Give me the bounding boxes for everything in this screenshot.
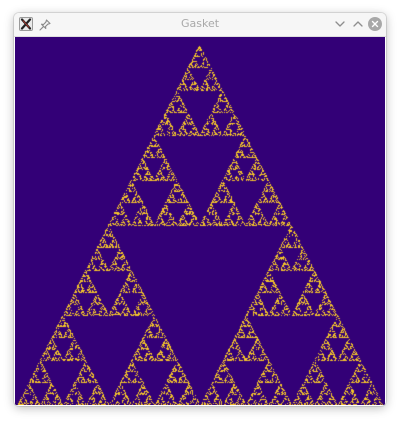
chevron-down-icon (335, 21, 345, 27)
title-bar[interactable]: Gasket (14, 13, 386, 37)
sierpinski-gasket-canvas[interactable] (15, 37, 385, 405)
maximize-button[interactable] (350, 16, 366, 32)
minimize-button[interactable] (332, 16, 348, 32)
close-icon (368, 17, 382, 31)
window-title: Gasket (180, 17, 220, 30)
close-button[interactable] (367, 16, 383, 32)
chevron-up-icon (353, 21, 363, 27)
app-window: Gasket (14, 13, 386, 406)
